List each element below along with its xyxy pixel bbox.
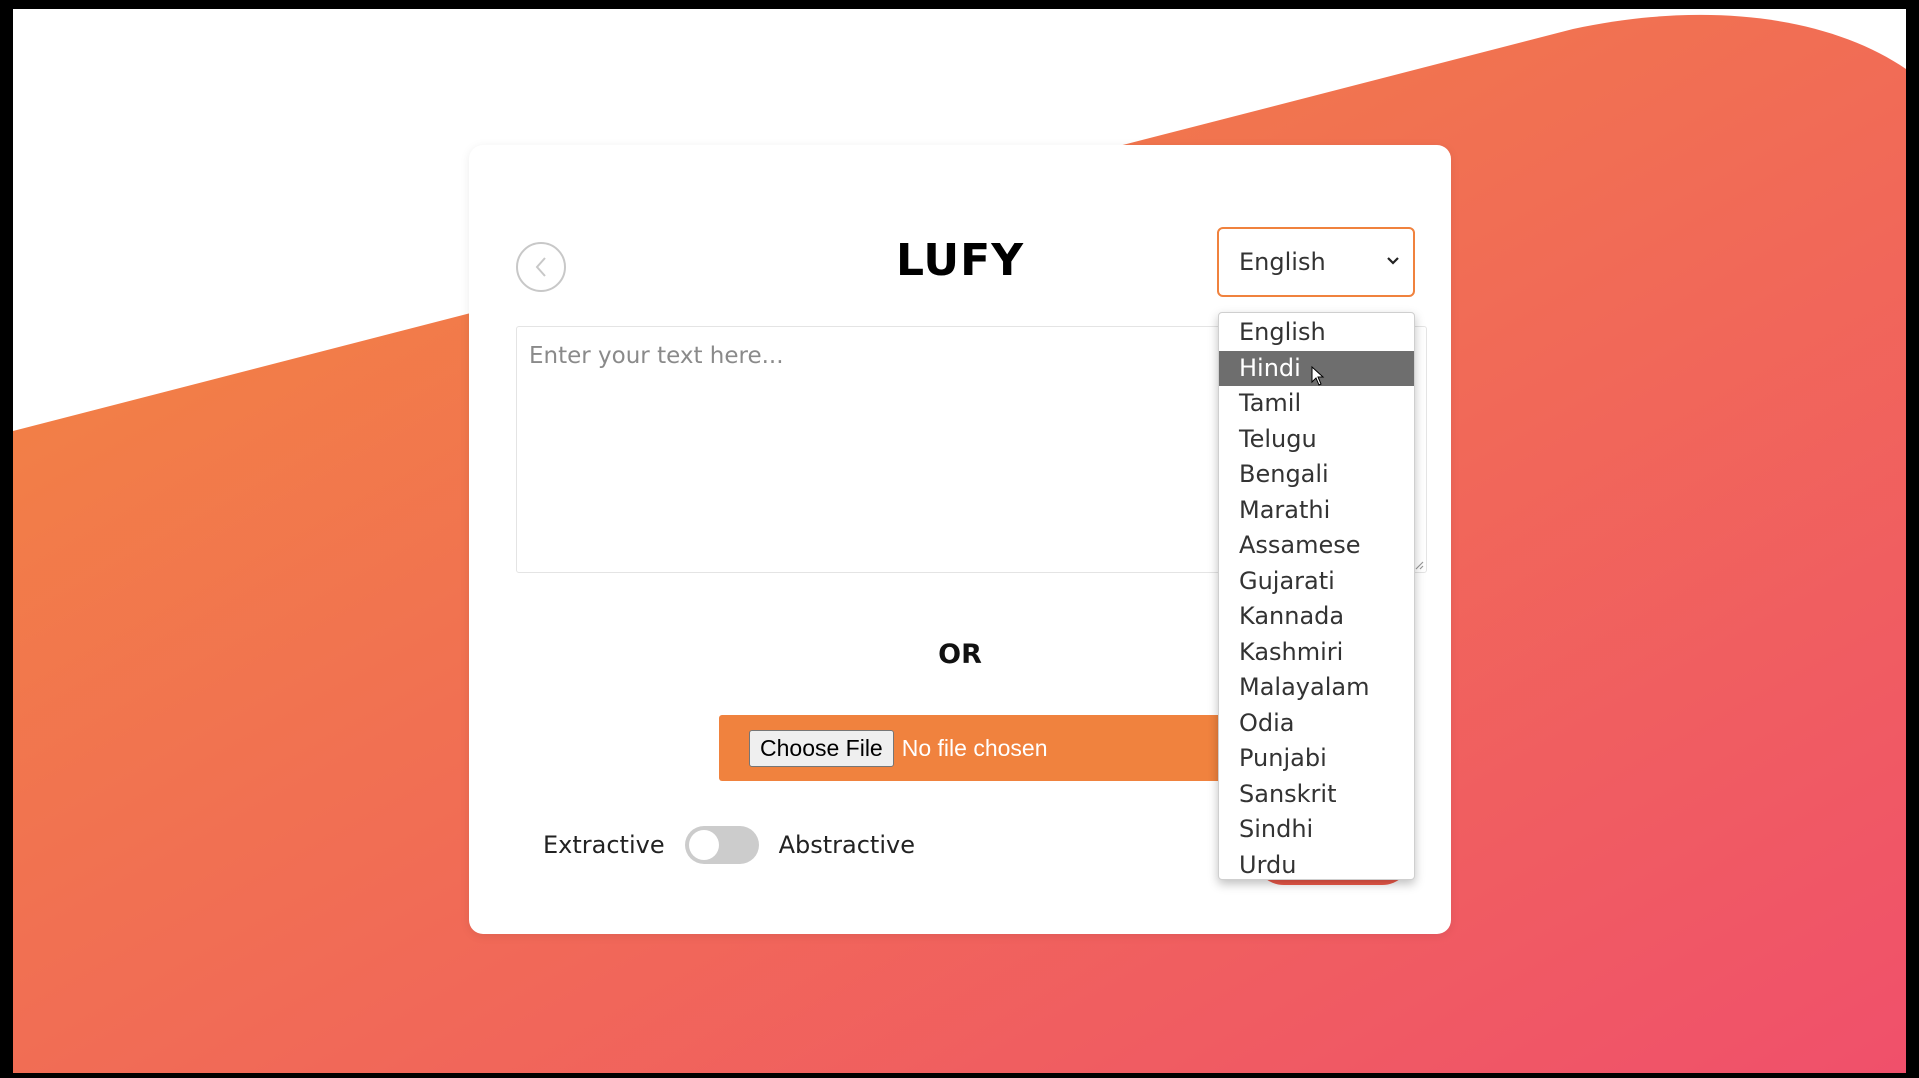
toggle-knob: [688, 830, 719, 860]
mode-toggle-row: Extractive Abstractive: [543, 825, 915, 865]
language-option-punjabi[interactable]: Punjabi: [1219, 741, 1414, 777]
language-option-kannada[interactable]: Kannada: [1219, 599, 1414, 635]
language-select-value: English: [1239, 248, 1326, 276]
language-option-english[interactable]: English: [1219, 315, 1414, 351]
language-option-urdu[interactable]: Urdu: [1219, 848, 1414, 884]
language-option-tamil[interactable]: Tamil: [1219, 386, 1414, 422]
language-option-telugu[interactable]: Telugu: [1219, 422, 1414, 458]
abstractive-label: Abstractive: [778, 831, 915, 859]
language-option-odia[interactable]: Odia: [1219, 706, 1414, 742]
chevron-down-icon: [1387, 257, 1399, 265]
language-option-kashmiri[interactable]: Kashmiri: [1219, 635, 1414, 671]
language-dropdown-list: English Hindi Tamil Telugu Bengali Marat…: [1218, 312, 1415, 880]
file-input[interactable]: Choose File No file chosen: [719, 715, 1249, 781]
screen: LUFY English Enter your text here... OR …: [13, 9, 1906, 1073]
choose-file-button[interactable]: Choose File: [749, 729, 894, 767]
language-option-bengali[interactable]: Bengali: [1219, 457, 1414, 493]
language-option-hindi[interactable]: Hindi: [1219, 350, 1414, 386]
language-option-malayalam[interactable]: Malayalam: [1219, 670, 1414, 706]
chevron-left-icon: [535, 257, 546, 277]
language-option-marathi[interactable]: Marathi: [1219, 493, 1414, 529]
language-select[interactable]: English: [1217, 227, 1415, 297]
language-option-gujarati[interactable]: Gujarati: [1219, 564, 1414, 600]
mode-toggle[interactable]: [684, 826, 759, 864]
back-button[interactable]: [516, 242, 566, 292]
file-status: No file chosen: [901, 734, 1048, 761]
language-option-sindhi[interactable]: Sindhi: [1219, 812, 1414, 848]
extractive-label: Extractive: [543, 831, 665, 859]
language-option-sanskrit[interactable]: Sanskrit: [1219, 777, 1414, 813]
language-option-assamese[interactable]: Assamese: [1219, 528, 1414, 564]
text-input-placeholder: Enter your text here...: [529, 343, 784, 369]
